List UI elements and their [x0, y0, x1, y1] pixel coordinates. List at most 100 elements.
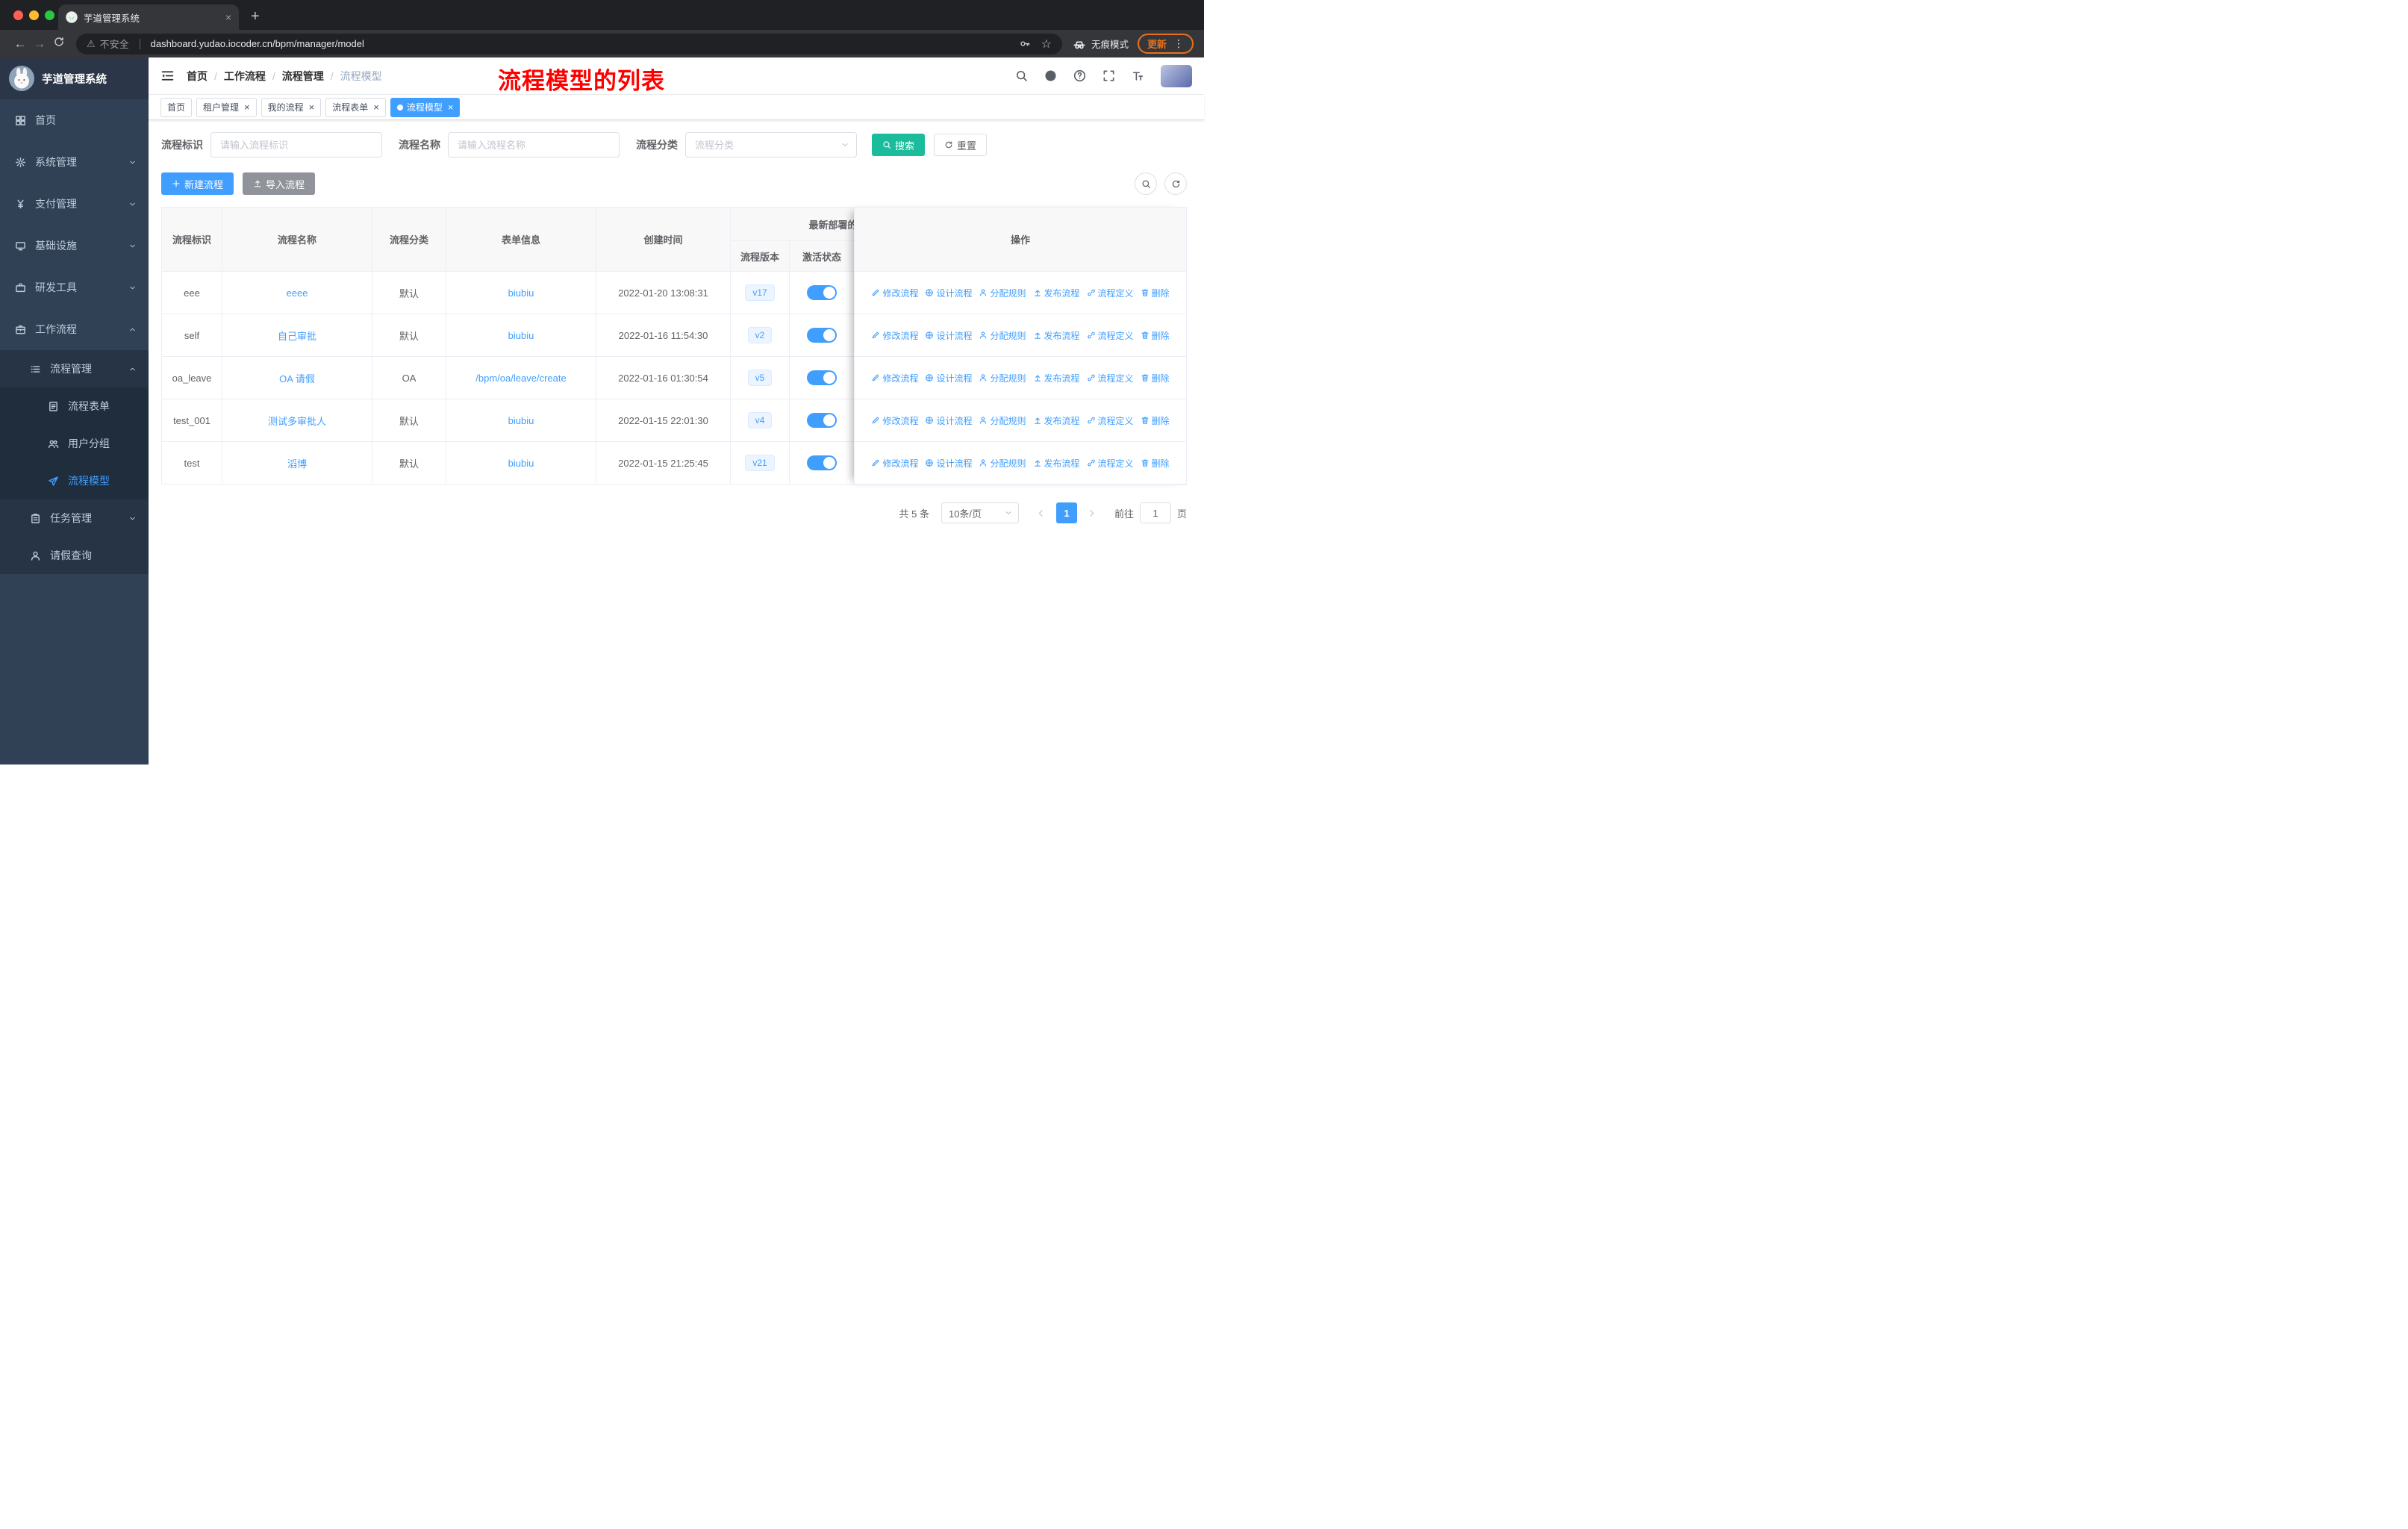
sidebar-item-payment[interactable]: 支付管理: [0, 183, 149, 225]
reload-button[interactable]: [49, 36, 69, 52]
search-button[interactable]: 搜索: [872, 134, 926, 156]
breadcrumb-item[interactable]: 流程管理: [282, 69, 324, 84]
process-name-link[interactable]: 自己审批: [278, 331, 316, 342]
op-design-link[interactable]: 设计流程: [925, 414, 972, 427]
category-select-input[interactable]: [685, 132, 857, 158]
tab-close-icon[interactable]: ×: [225, 11, 231, 23]
form-info-link[interactable]: biubiu: [508, 330, 534, 341]
tag-home[interactable]: 首页: [160, 97, 193, 117]
process-name-link[interactable]: 滔博: [287, 458, 307, 470]
op-edit-link[interactable]: 修改流程: [871, 329, 918, 342]
sidebar-item-process-manage[interactable]: 流程管理: [0, 350, 149, 387]
op-delete-link[interactable]: 删除: [1141, 329, 1170, 342]
process-name-link[interactable]: eeee: [287, 287, 308, 299]
active-toggle[interactable]: [807, 370, 837, 385]
op-define-link[interactable]: 流程定义: [1087, 457, 1134, 470]
tag-process-form[interactable]: 流程表单 ×: [325, 97, 386, 117]
traffic-light-minimize[interactable]: [29, 10, 39, 20]
op-edit-link[interactable]: 修改流程: [871, 287, 918, 299]
sidebar-item-workflow[interactable]: 工作流程: [0, 308, 149, 350]
traffic-light-close[interactable]: [13, 10, 23, 20]
tag-process-model[interactable]: 流程模型 ×: [390, 97, 461, 117]
breadcrumb-item[interactable]: 首页: [187, 69, 208, 84]
op-delete-link[interactable]: 删除: [1141, 372, 1170, 384]
process-name-link[interactable]: OA 请假: [279, 373, 315, 384]
tag-tenant-manage[interactable]: 租户管理 ×: [196, 97, 257, 117]
category-select[interactable]: [685, 132, 857, 158]
bookmark-star-icon[interactable]: ☆: [1041, 37, 1052, 52]
process-name-input[interactable]: [448, 132, 620, 158]
op-define-link[interactable]: 流程定义: [1087, 329, 1134, 342]
op-design-link[interactable]: 设计流程: [925, 372, 972, 384]
op-publish-link[interactable]: 发布流程: [1033, 372, 1080, 384]
refresh-table-button[interactable]: [1164, 172, 1187, 195]
page-number-button[interactable]: 1: [1055, 502, 1077, 523]
op-define-link[interactable]: 流程定义: [1087, 287, 1134, 299]
forward-button[interactable]: →: [30, 37, 49, 52]
op-design-link[interactable]: 设计流程: [925, 329, 972, 342]
goto-page-input[interactable]: [1139, 502, 1171, 523]
question-icon[interactable]: [1073, 69, 1086, 82]
user-avatar[interactable]: [1161, 64, 1192, 87]
tag-close-icon[interactable]: ×: [373, 102, 379, 112]
op-publish-link[interactable]: 发布流程: [1033, 457, 1080, 470]
search-icon[interactable]: [1015, 69, 1028, 82]
new-tab-button[interactable]: +: [251, 8, 260, 25]
op-assign-link[interactable]: 分配规则: [979, 287, 1026, 299]
op-edit-link[interactable]: 修改流程: [871, 457, 918, 470]
app-logo[interactable]: 芋道管理系统: [0, 57, 149, 99]
breadcrumb-item[interactable]: 工作流程: [224, 69, 266, 84]
form-info-link[interactable]: biubiu: [508, 287, 534, 299]
fullscreen-icon[interactable]: [1102, 69, 1115, 82]
create-process-button[interactable]: 新建流程: [161, 172, 234, 195]
sidebar-item-task-manage[interactable]: 任务管理: [0, 499, 149, 537]
back-button[interactable]: ←: [10, 37, 30, 52]
tag-close-icon[interactable]: ×: [448, 102, 454, 112]
tag-close-icon[interactable]: ×: [309, 102, 315, 112]
form-info-link[interactable]: biubiu: [508, 415, 534, 426]
op-publish-link[interactable]: 发布流程: [1033, 287, 1080, 299]
op-publish-link[interactable]: 发布流程: [1033, 414, 1080, 427]
page-size-select[interactable]: 10条/页: [941, 502, 1019, 523]
process-name-link[interactable]: 测试多审批人: [268, 416, 326, 427]
sidebar-toggle-button[interactable]: [160, 69, 175, 83]
traffic-light-zoom[interactable]: [45, 10, 54, 20]
form-info-link[interactable]: biubiu: [508, 458, 534, 469]
process-id-input[interactable]: [210, 132, 382, 158]
sidebar-item-process-model[interactable]: 流程模型: [0, 462, 149, 499]
github-icon[interactable]: [1044, 69, 1057, 82]
op-assign-link[interactable]: 分配规则: [979, 329, 1026, 342]
op-assign-link[interactable]: 分配规则: [979, 457, 1026, 470]
active-toggle[interactable]: [807, 455, 837, 470]
op-define-link[interactable]: 流程定义: [1087, 372, 1134, 384]
sidebar-item-dev-tools[interactable]: 研发工具: [0, 267, 149, 308]
op-design-link[interactable]: 设计流程: [925, 457, 972, 470]
browser-tab[interactable]: 芋道管理系统 ×: [58, 4, 239, 30]
tag-my-process[interactable]: 我的流程 ×: [261, 97, 322, 117]
next-page-button[interactable]: [1082, 502, 1102, 523]
browser-menu-icon[interactable]: ⋮: [1173, 37, 1184, 50]
active-toggle[interactable]: [807, 413, 837, 428]
op-edit-link[interactable]: 修改流程: [871, 414, 918, 427]
url-bar[interactable]: ⚠ 不安全 dashboard.yudao.iocoder.cn/bpm/man…: [76, 33, 1062, 55]
op-publish-link[interactable]: 发布流程: [1033, 329, 1080, 342]
form-info-link[interactable]: /bpm/oa/leave/create: [475, 373, 566, 384]
sidebar-item-process-form[interactable]: 流程表单: [0, 387, 149, 425]
op-delete-link[interactable]: 删除: [1141, 457, 1170, 470]
op-design-link[interactable]: 设计流程: [925, 287, 972, 299]
active-toggle[interactable]: [807, 285, 837, 300]
active-toggle[interactable]: [807, 328, 837, 343]
op-assign-link[interactable]: 分配规则: [979, 372, 1026, 384]
sidebar-item-infrastructure[interactable]: 基础设施: [0, 225, 149, 267]
op-edit-link[interactable]: 修改流程: [871, 372, 918, 384]
sidebar-item-leave-query[interactable]: 请假查询: [0, 537, 149, 574]
browser-update-button[interactable]: 更新 ⋮: [1137, 34, 1194, 54]
sidebar-item-system[interactable]: 系统管理: [0, 141, 149, 183]
prev-page-button[interactable]: [1031, 502, 1052, 523]
import-process-button[interactable]: 导入流程: [243, 172, 316, 195]
tag-close-icon[interactable]: ×: [244, 102, 250, 112]
textsize-icon[interactable]: [1132, 69, 1144, 82]
reset-button[interactable]: 重置: [934, 134, 988, 156]
sidebar-item-user-group[interactable]: 用户分组: [0, 425, 149, 462]
password-key-icon[interactable]: [1020, 38, 1031, 49]
